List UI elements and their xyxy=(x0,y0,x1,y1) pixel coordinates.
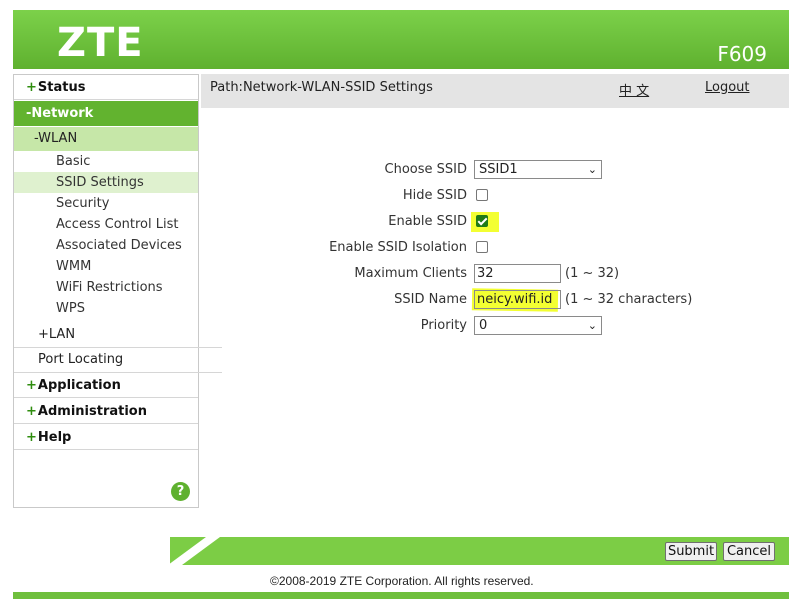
chevron-down-icon: ⌄ xyxy=(587,319,597,332)
sidebar-subitem-associated-devices[interactable]: Associated Devices xyxy=(14,235,198,256)
plus-icon: + xyxy=(26,80,37,95)
sidebar-subitem-wmm[interactable]: WMM xyxy=(14,256,198,277)
sidebar-item-port-locating[interactable]: Port Locating xyxy=(14,347,222,373)
breadcrumb: Path:Network-WLAN-SSID Settings xyxy=(210,80,433,95)
max-clients-input[interactable]: 32 xyxy=(474,264,561,283)
choose-ssid-row: Choose SSID SSID1 ⌄ xyxy=(201,160,789,182)
sidebar-item-wlan[interactable]: -WLAN xyxy=(14,127,198,151)
sidebar-subitem-security[interactable]: Security xyxy=(14,193,198,214)
ssid-isolation-label: Enable SSID Isolation xyxy=(329,240,467,255)
hide-ssid-row: Hide SSID xyxy=(201,186,789,208)
select-value: 0 xyxy=(479,318,488,333)
cancel-button[interactable]: Cancel xyxy=(723,542,775,561)
ssid-name-row: SSID Name neicy.wifi.id (1 ~ 32 characte… xyxy=(201,290,789,312)
chevron-down-icon: ⌄ xyxy=(587,163,597,176)
select-value: SSID1 xyxy=(479,162,518,177)
priority-label: Priority xyxy=(420,318,467,333)
model-name: F609 xyxy=(717,42,767,66)
max-clients-hint: (1 ~ 32) xyxy=(565,266,620,281)
hide-ssid-label: Hide SSID xyxy=(402,188,467,203)
hide-ssid-checkbox[interactable] xyxy=(476,189,488,201)
max-clients-label: Maximum Clients xyxy=(354,266,467,281)
sidebar-subitem-wifi-restrictions[interactable]: WiFi Restrictions xyxy=(14,277,198,298)
plus-icon: + xyxy=(26,378,37,393)
header-banner: ZTE F609 xyxy=(13,10,789,69)
zte-logo: ZTE xyxy=(57,20,144,66)
choose-ssid-select[interactable]: SSID1 ⌄ xyxy=(474,160,602,179)
sidebar-item-lan[interactable]: +LAN xyxy=(14,322,222,348)
enable-ssid-label: Enable SSID xyxy=(388,214,467,229)
ssid-isolation-checkbox[interactable] xyxy=(476,241,488,253)
sidebar-item-label: Application xyxy=(37,378,121,393)
sidebar-item-help[interactable]: +Help xyxy=(14,425,198,450)
language-link[interactable]: 中 文 xyxy=(619,80,649,99)
submit-button[interactable]: Submit xyxy=(665,542,717,561)
sidebar-subitem-ssid-settings[interactable]: SSID Settings xyxy=(14,172,198,193)
ssid-name-input[interactable]: neicy.wifi.id xyxy=(474,290,561,309)
sidebar-item-label: Administration xyxy=(37,404,147,419)
max-clients-row: Maximum Clients 32 (1 ~ 32) xyxy=(201,264,789,286)
path-bar: Path:Network-WLAN-SSID Settings 中 文 Logo… xyxy=(201,74,789,108)
sidebar-subitem-basic[interactable]: Basic xyxy=(14,151,198,172)
choose-ssid-label: Choose SSID xyxy=(384,162,467,177)
copyright-text: ©2008-2019 ZTE Corporation. All rights r… xyxy=(270,574,534,588)
sidebar-subitem-wps[interactable]: WPS xyxy=(14,298,198,319)
enable-ssid-checkbox[interactable] xyxy=(476,215,488,227)
sidebar-subitem-access-control-list[interactable]: Access Control List xyxy=(14,214,198,235)
priority-select[interactable]: 0 ⌄ xyxy=(474,316,602,335)
sidebar-item-label: Status xyxy=(37,80,86,95)
enable-ssid-row: Enable SSID xyxy=(201,212,789,234)
ssid-name-label: SSID Name xyxy=(394,292,467,307)
sidebar-item-label: SSID Settings xyxy=(56,175,144,190)
ssid-name-hint: (1 ~ 32 characters) xyxy=(565,292,693,307)
sidebar-item-label: Help xyxy=(37,430,72,445)
plus-icon: + xyxy=(26,404,37,419)
sidebar-item-administration[interactable]: +Administration xyxy=(14,399,198,424)
ssid-isolation-row: Enable SSID Isolation xyxy=(201,238,789,260)
sidebar-nav: +Status -Network -WLAN Basic SSID Settin… xyxy=(13,74,222,508)
priority-row: Priority 0 ⌄ xyxy=(201,316,789,338)
logout-link[interactable]: Logout xyxy=(705,80,750,95)
sidebar-item-application[interactable]: +Application xyxy=(14,373,198,398)
sidebar-item-network[interactable]: -Network xyxy=(14,101,198,126)
footer-line xyxy=(13,592,789,599)
sidebar-item-status[interactable]: +Status xyxy=(14,75,198,100)
plus-icon: + xyxy=(26,430,37,445)
help-icon[interactable]: ? xyxy=(171,482,190,501)
